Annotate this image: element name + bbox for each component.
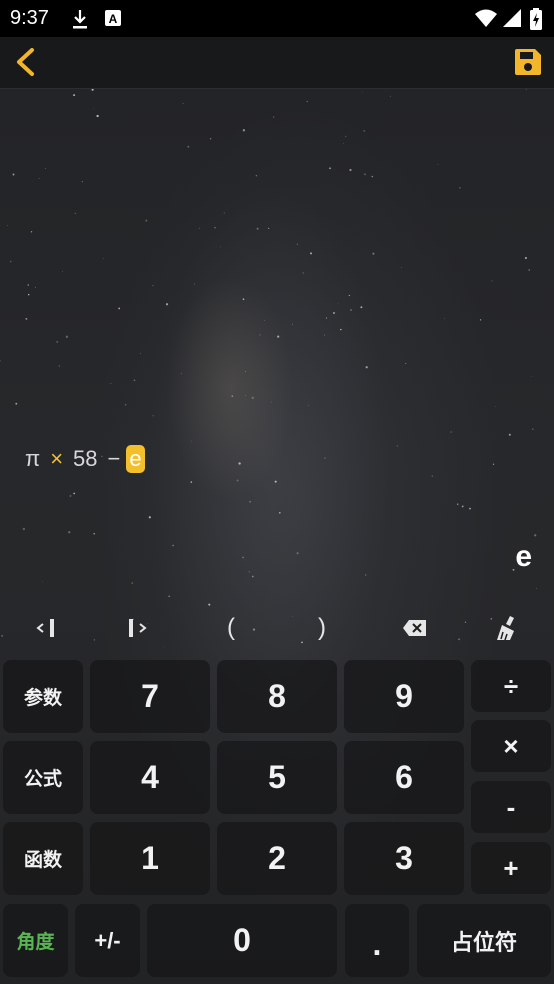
a-notification-icon: A bbox=[105, 10, 121, 26]
cursor-right-icon bbox=[129, 619, 147, 637]
open-paren-button[interactable]: ( bbox=[201, 606, 261, 650]
expression-display[interactable]: π × 58 − e bbox=[25, 445, 145, 473]
function-key[interactable]: 函数 bbox=[3, 822, 83, 895]
placeholder-key[interactable]: 占位符 bbox=[417, 904, 551, 977]
save-icon[interactable] bbox=[512, 46, 544, 78]
download-icon bbox=[73, 10, 87, 29]
multiply-key[interactable]: × bbox=[471, 720, 551, 772]
key-8[interactable]: 8 bbox=[217, 660, 337, 733]
key-7[interactable]: 7 bbox=[90, 660, 210, 733]
wifi-icon bbox=[475, 9, 497, 27]
cursor-token: e bbox=[126, 445, 145, 473]
svg-text:A: A bbox=[109, 12, 118, 26]
key-3[interactable]: 3 bbox=[344, 822, 464, 895]
status-bar: 9:37 A bbox=[0, 0, 554, 37]
cursor-left-button[interactable] bbox=[16, 606, 76, 650]
chevron-left-icon[interactable] bbox=[10, 45, 44, 79]
key-9[interactable]: 9 bbox=[344, 660, 464, 733]
edit-toolbar: ( ) bbox=[0, 606, 554, 650]
add-key[interactable]: + bbox=[471, 842, 551, 894]
sign-toggle-key[interactable]: +/- bbox=[75, 904, 140, 977]
minus-token: − bbox=[107, 446, 121, 471]
close-paren-button[interactable]: ) bbox=[292, 606, 352, 650]
divide-key[interactable]: ÷ bbox=[471, 660, 551, 712]
battery-charging-icon bbox=[530, 8, 542, 30]
broom-icon bbox=[497, 616, 514, 641]
times-token: × bbox=[50, 446, 64, 471]
signal-icon bbox=[503, 9, 521, 27]
key-6[interactable]: 6 bbox=[344, 741, 464, 814]
params-key[interactable]: 参数 bbox=[3, 660, 83, 733]
key-5[interactable]: 5 bbox=[217, 741, 337, 814]
key-4[interactable]: 4 bbox=[90, 741, 210, 814]
key-2[interactable]: 2 bbox=[217, 822, 337, 895]
subtract-key[interactable]: - bbox=[471, 781, 551, 833]
key-0[interactable]: 0 bbox=[147, 904, 337, 977]
cursor-right-button[interactable] bbox=[108, 606, 168, 650]
angle-key[interactable]: 角度 bbox=[3, 904, 68, 977]
backspace-icon bbox=[403, 620, 426, 636]
pi-token: π bbox=[25, 446, 41, 471]
backspace-button[interactable] bbox=[385, 606, 445, 650]
clear-button[interactable] bbox=[478, 606, 538, 650]
result-value: e bbox=[515, 540, 532, 573]
decimal-key[interactable]: . bbox=[345, 904, 409, 977]
status-time: 9:37 bbox=[10, 7, 49, 29]
number-token: 58 bbox=[73, 446, 98, 471]
top-app-bar bbox=[0, 37, 554, 89]
formula-key[interactable]: 公式 bbox=[3, 741, 83, 814]
key-1[interactable]: 1 bbox=[90, 822, 210, 895]
cursor-left-icon bbox=[36, 619, 54, 637]
